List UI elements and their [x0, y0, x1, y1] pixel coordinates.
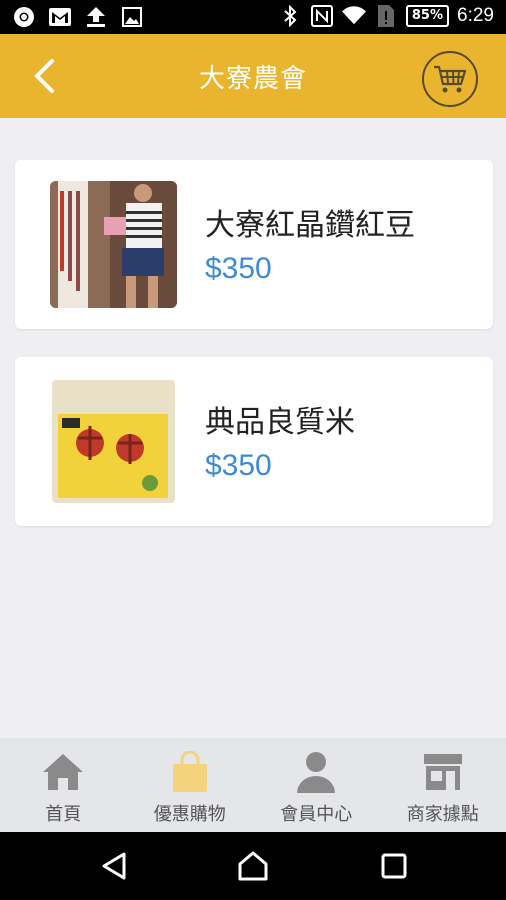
product-card[interactable]: 典品良質米 $350: [15, 357, 493, 526]
gmail-icon: [48, 6, 72, 28]
system-nav-bar: [0, 832, 506, 900]
no-sim-icon: [374, 5, 398, 27]
product-list: 大寮紅晶鑽紅豆 $350 典品良質米 $350: [15, 160, 493, 554]
product-card[interactable]: 大寮紅晶鑽紅豆 $350: [15, 160, 493, 329]
wifi-icon: [341, 5, 366, 27]
tab-label: 會員中心: [280, 804, 353, 825]
clock: 6:29: [457, 5, 494, 26]
tab-shopping[interactable]: 優惠購物: [127, 738, 254, 832]
product-image: [50, 378, 177, 505]
image-icon: [120, 6, 144, 28]
app-header: 大寮農會: [0, 34, 506, 118]
product-name: 典品良質米: [205, 405, 355, 440]
bottom-tab-bar: 首頁 優惠購物 會員中心 商家據點: [0, 738, 506, 832]
person-icon: [294, 750, 338, 794]
chrome-icon: [12, 6, 36, 28]
tab-label: 首頁: [45, 804, 82, 825]
product-image: [50, 181, 177, 308]
home-outline-icon: [238, 851, 268, 881]
nav-back-button[interactable]: [94, 846, 134, 886]
battery-indicator: 85%: [405, 5, 450, 27]
bluetooth-icon: [278, 5, 302, 27]
shopping-bag-icon: [168, 750, 212, 794]
product-price: $350: [205, 252, 272, 285]
cart-icon: [434, 65, 467, 93]
nav-home-button[interactable]: [233, 846, 273, 886]
nfc-icon: [310, 5, 334, 27]
tab-label: 優惠購物: [153, 804, 226, 825]
home-icon: [41, 750, 85, 794]
nav-recents-button[interactable]: [374, 846, 414, 886]
cart-button[interactable]: [422, 51, 478, 107]
download-icon: [84, 6, 108, 28]
square-recents-icon: [381, 853, 407, 879]
store-icon: [421, 750, 465, 794]
tab-label: 商家據點: [406, 804, 479, 825]
status-bar: 85% 6:29: [0, 0, 506, 34]
product-name: 大寮紅晶鑽紅豆: [205, 208, 415, 243]
triangle-back-icon: [102, 852, 126, 880]
tab-member[interactable]: 會員中心: [253, 738, 380, 832]
tab-stores[interactable]: 商家據點: [380, 738, 506, 832]
product-price: $350: [205, 449, 272, 482]
tab-home[interactable]: 首頁: [0, 738, 127, 832]
